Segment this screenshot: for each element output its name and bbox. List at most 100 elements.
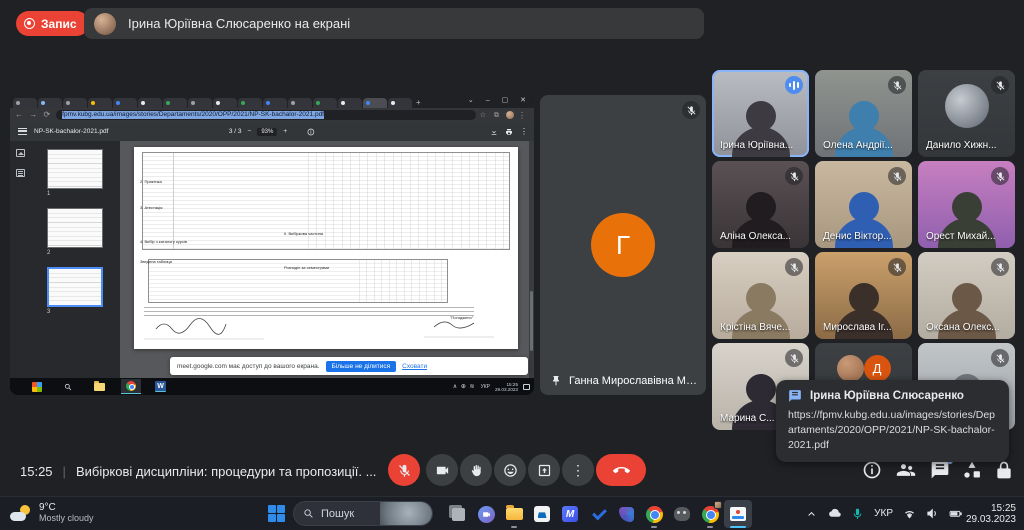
participant-tile[interactable]: Крістіна Вяче... [712,252,809,339]
outline-view-icon [16,169,25,177]
tray-mic-icon[interactable] [851,507,864,520]
pdf-section-label: 2. Практика [140,179,162,184]
browser-tab [188,98,212,108]
presenter-notification-icon [523,384,530,390]
start-button[interactable] [268,505,285,522]
presenter-avatar [94,13,116,35]
participant-tile[interactable]: Ірина Юріївна... [712,70,809,157]
mic-off-indicator [888,167,906,185]
mic-off-indicator [991,349,1009,367]
weather-icon [10,505,32,521]
taskbar-office-button[interactable] [612,500,640,528]
taskbar-meet-button[interactable] [472,500,500,528]
mic-off-indicator [991,258,1009,276]
browser-tab [238,98,262,108]
reactions-button[interactable] [494,454,526,486]
photo-overlay-icon [714,501,722,509]
taskbar-chrome-button[interactable] [640,500,668,528]
task-view-button[interactable] [444,500,472,528]
browser-tab [338,98,362,108]
present-button[interactable] [528,454,560,486]
participant-tile[interactable]: Денис Віктор... [815,161,912,248]
pdf-thumbnail-sidebar: 123 [10,141,120,378]
activities-button[interactable] [962,460,984,482]
taskbar-explorer-button[interactable] [500,500,528,528]
mic-off-indicator [888,76,906,94]
system-clock[interactable]: 15:25 29.03.2023 [966,503,1016,525]
weather-temp: 9°C [39,502,94,513]
pdf-thumbnail-number: 1 [47,191,103,197]
participant-name: Марина С... [720,413,775,424]
pdf-section-label: 3. Атестація [140,205,162,210]
pdf-content-area: 123 2. Практика3. АтестаціяII. Вибіркова… [10,141,534,378]
taskbar-todo-button[interactable] [584,500,612,528]
participant-name: Денис Віктор... [823,231,892,242]
pdf-thumbnail [47,267,103,307]
participant-tile[interactable]: Мирослава Іг... [815,252,912,339]
taskbar-mail-button[interactable]: M [556,500,584,528]
pdf-fit-page-icon [293,128,301,136]
pdf-more-icon: ⋮ [520,127,528,136]
wifi-icon[interactable] [903,507,916,520]
os-taskbar: 9°C Mostly cloudy Пошук M УКР 15:25 29.0… [0,496,1024,529]
weather-desc: Mostly cloudy [39,513,94,523]
taskbar-chrome-window-button[interactable] [696,500,724,528]
mic-off-indicator [991,76,1009,94]
weather-widget[interactable]: 9°C Mostly cloudy [10,502,94,523]
browser-tab [38,98,62,108]
taskbar-active-app-button[interactable] [724,500,752,528]
host-controls-button[interactable] [994,460,1016,482]
pdf-download-icon [490,128,498,136]
end-call-button[interactable] [596,454,646,486]
meeting-details-button[interactable] [862,460,884,482]
smile-icon [503,463,518,478]
tray-expand-icon[interactable] [805,507,818,520]
mic-off-indicator [785,167,803,185]
browser-tab [63,98,87,108]
people-icon [896,460,916,480]
language-indicator[interactable]: УКР [874,508,893,519]
participant-tile[interactable]: Оксана Олекс... [918,252,1015,339]
meeting-clock: 15:25 [20,464,53,479]
battery-icon[interactable] [949,507,962,520]
browser-address-bar: ← → ⟳ fpmv.kubg.edu.ua/images/stories/De… [10,108,534,122]
active-app-icon [730,507,746,521]
info-icon [862,460,882,480]
mic-off-indicator [888,258,906,276]
participant-name: Данило Хижн... [926,140,997,151]
participants-button[interactable] [896,460,918,482]
participant-tile[interactable]: Орест Михай... [918,161,1015,248]
participant-grid: Ірина Юріївна... Олена Андрії... Данило Хи… [712,70,1015,430]
participant-tile[interactable]: Олена Андрії... [815,70,912,157]
participant-tile[interactable]: Данило Хижн... [918,70,1015,157]
chat-notification-toast[interactable]: Ірина Юріївна Слюсаренко https://fpmv.ku… [776,380,1009,462]
presenter-clock-date: 29.03.2023 [495,387,518,392]
mic-toggle-button[interactable] [388,454,420,486]
pin-icon [550,375,562,387]
participant-name: Ганна Мирославівна Ме... [569,375,700,387]
shared-screen-tile[interactable]: +⌄ – ▢ ✕ ← → ⟳ fpmv.kubg.edu.ua/images/s… [10,95,534,395]
browser-tab [163,98,187,108]
new-tab-icon: + [416,98,421,108]
task-view-icon [452,508,465,521]
pdf-print-icon [505,128,513,136]
microsoft365-icon [619,507,634,522]
pinned-participant-tile[interactable]: Г Ганна Мирославівна Ме... [540,95,706,395]
pdf-scrollbar [529,141,534,378]
participant-name: Мирослава Іг... [823,322,892,333]
chat-message-text: https://fpmv.kubg.edu.ua/images/stories/… [788,408,997,453]
presenter-explorer-icon [94,383,105,391]
volume-icon[interactable] [926,507,939,520]
taskbar-store-button[interactable] [528,500,556,528]
search-box[interactable]: Пошук [293,501,433,526]
pdf-page-indicator: 3 / 3 [229,128,242,135]
raise-hand-button[interactable] [460,454,492,486]
camera-icon [435,463,450,478]
avatar: Д [864,355,891,382]
onedrive-icon[interactable] [828,507,841,520]
more-options-button[interactable]: ⋮ [562,454,594,486]
participant-tile[interactable]: Аліна Олекса... [712,161,809,248]
participant-name: Ірина Юріївна... [720,140,793,151]
camera-toggle-button[interactable] [426,454,458,486]
taskbar-gimp-button[interactable] [668,500,696,528]
